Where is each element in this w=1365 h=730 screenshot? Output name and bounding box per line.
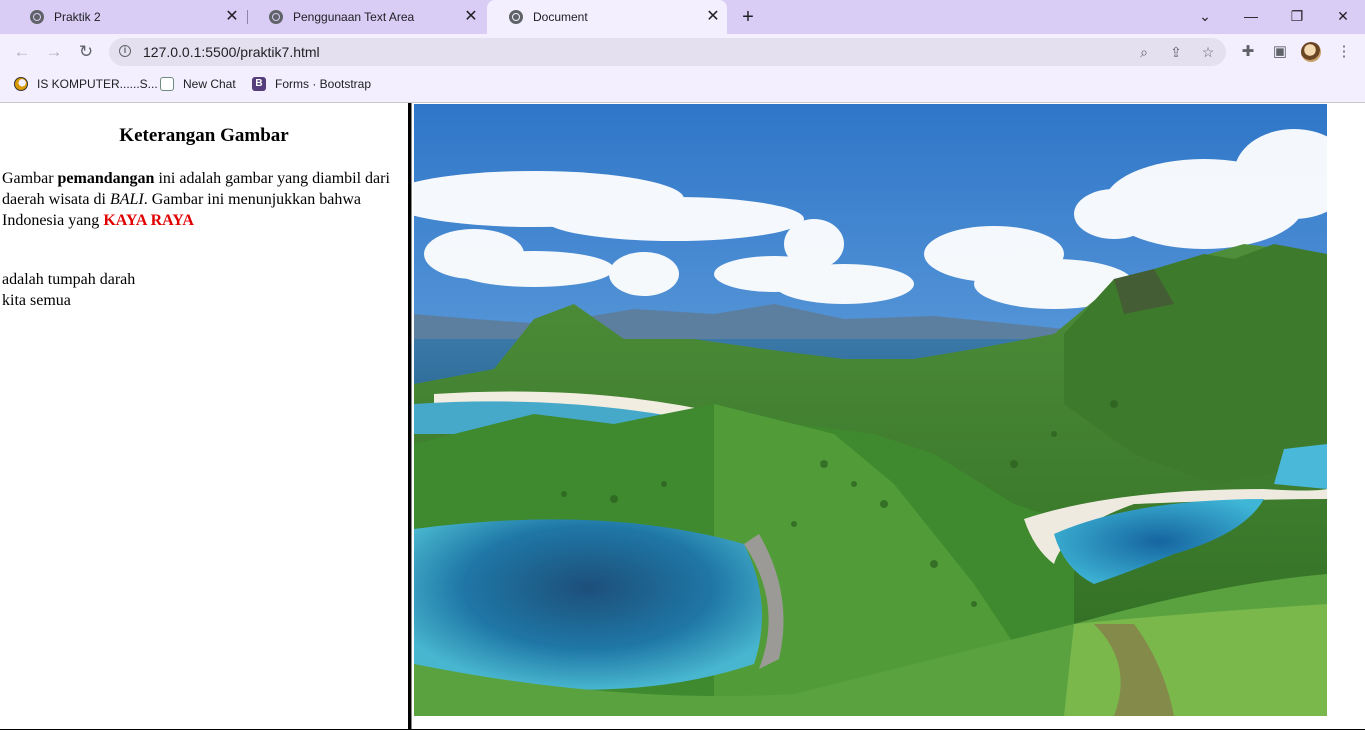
- page-heading: Keterangan Gambar: [119, 125, 289, 146]
- side-panel-icon[interactable]: ▣: [1269, 41, 1291, 63]
- browser-toolbar: ← → ↻ i 127.0.0.1:5500/praktik7.html ⌕ ⇪…: [0, 34, 1365, 70]
- frame-divider[interactable]: [408, 103, 411, 730]
- landscape-photo: [414, 104, 1327, 716]
- description-paragraph: Gambar pemandangan ini adalah gambar yan…: [2, 168, 406, 231]
- left-frame: Keterangan Gambar Gambar pemandangan ini…: [0, 103, 408, 730]
- menu-icon[interactable]: ⋮: [1333, 41, 1355, 63]
- zoom-icon[interactable]: ⌕: [1134, 42, 1154, 62]
- tab-strip: Praktik 2 ✕ Penggunaan Text Area ✕ Docum…: [0, 0, 1365, 34]
- tab-search-chevron-down-icon[interactable]: ⌄: [1193, 5, 1217, 27]
- red-text: KAYA RAYA: [103, 212, 194, 229]
- landscape-image: [414, 104, 1327, 716]
- restore-icon[interactable]: ❐: [1285, 5, 1309, 27]
- globe-icon: [30, 10, 44, 24]
- new-tab-plus-icon[interactable]: +: [737, 6, 759, 28]
- para-line: kita semua: [2, 292, 71, 309]
- para-line: adalah tumpah darah: [2, 271, 136, 288]
- close-icon[interactable]: ✕: [705, 9, 721, 25]
- close-icon[interactable]: ✕: [224, 9, 240, 25]
- close-icon[interactable]: ✕: [463, 9, 479, 25]
- chatgpt-icon: [160, 77, 174, 91]
- url-text[interactable]: 127.0.0.1:5500/praktik7.html: [143, 38, 320, 66]
- page-viewport: Keterangan Gambar Gambar pemandangan ini…: [0, 102, 1365, 730]
- bold-text: pemandangan: [57, 170, 155, 187]
- tab-document[interactable]: Document ✕: [487, 0, 727, 34]
- bookmarks-bar: IS KOMPUTER......S... New Chat B Forms ·…: [0, 70, 1365, 102]
- bookmark-is-komputer[interactable]: IS KOMPUTER......S...: [14, 70, 158, 98]
- tab-title: Praktik 2: [54, 10, 101, 24]
- share-icon[interactable]: ⇪: [1166, 42, 1186, 62]
- tab-penggunaan-text-area[interactable]: Penggunaan Text Area ✕: [247, 0, 485, 34]
- tab-title: Penggunaan Text Area: [293, 10, 415, 24]
- bookmark-forms-bootstrap[interactable]: B Forms · Bootstrap: [252, 70, 371, 98]
- second-paragraph: adalah tumpah darah kita semua: [2, 269, 406, 311]
- para-text: . Gambar ini menunjukkan bahwa: [143, 191, 362, 208]
- address-bar[interactable]: i 127.0.0.1:5500/praktik7.html ⌕ ⇪ ☆: [109, 38, 1226, 66]
- tab-praktik-2[interactable]: Praktik 2 ✕: [8, 0, 246, 34]
- globe-icon: [269, 10, 283, 24]
- close-window-icon[interactable]: ✕: [1331, 5, 1355, 27]
- bookmark-label: New Chat: [183, 77, 236, 91]
- italic-text: BALI: [109, 191, 144, 208]
- back-icon[interactable]: ←: [11, 41, 33, 63]
- info-icon[interactable]: i: [119, 45, 131, 57]
- forward-icon[interactable]: →: [43, 41, 65, 63]
- avatar[interactable]: [1301, 42, 1321, 62]
- star-icon[interactable]: ☆: [1198, 42, 1218, 62]
- bookmark-label: Forms · Bootstrap: [275, 77, 372, 91]
- bootstrap-icon: B: [252, 77, 266, 91]
- bookmark-label: IS KOMPUTER......S...: [37, 77, 158, 91]
- extensions-icon[interactable]: ✚: [1237, 41, 1259, 63]
- para-text: Gambar: [2, 170, 58, 187]
- globe-icon: [509, 10, 523, 24]
- minimize-icon[interactable]: —: [1239, 5, 1263, 27]
- bookmark-new-chat[interactable]: New Chat: [160, 70, 236, 98]
- reload-icon[interactable]: ↻: [75, 41, 97, 63]
- moon-logo-icon: [14, 77, 28, 91]
- para-text: Indonesia yang: [2, 212, 104, 229]
- tab-title: Document: [533, 10, 588, 24]
